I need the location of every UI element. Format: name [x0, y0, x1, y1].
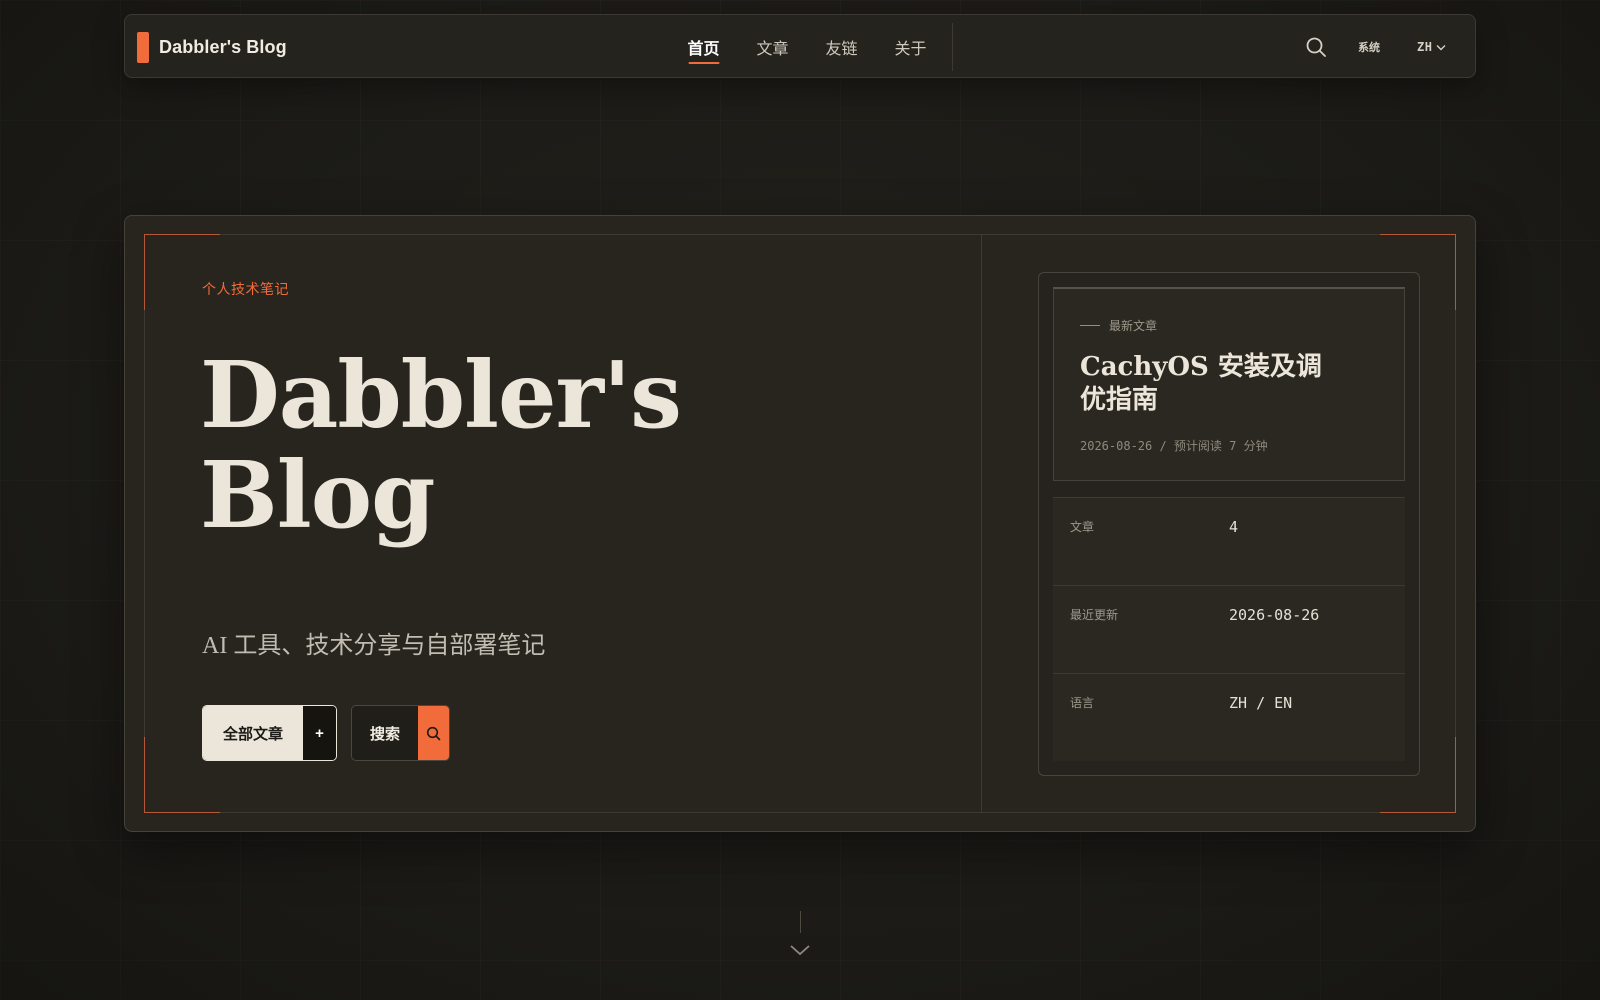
stat-value: 2026-08-26 — [1229, 606, 1320, 624]
chevron-down-icon[interactable] — [789, 943, 811, 957]
latest-article-label: 最新文章 — [1080, 317, 1157, 334]
stat-row-language: 语言 ZH / EN — [1053, 673, 1405, 761]
stat-label: 语言 — [1070, 696, 1095, 710]
hero-kicker: 个人技术笔记 — [202, 281, 289, 297]
search-icon — [418, 706, 450, 760]
latest-article-meta: 2026-08-26 / 预计阅读 7 分钟 — [1080, 439, 1268, 453]
hero-subtitle: AI 工具、技术分享与自部署笔记 — [202, 633, 546, 659]
language-label: ZH — [1417, 40, 1433, 54]
stat-label: 最近更新 — [1070, 608, 1119, 622]
nav-item-about[interactable]: 关于 — [876, 15, 945, 79]
stat-row-updated: 最近更新 2026-08-26 — [1053, 585, 1405, 673]
latest-label-text: 最新文章 — [1109, 319, 1158, 333]
site-info-card: 最新文章 CachyOS 安装及调优指南 2026-08-26 / 预计阅读 7… — [1038, 272, 1420, 776]
theme-toggle[interactable]: 系统 — [1358, 15, 1380, 79]
plus-icon: + — [303, 706, 337, 760]
stat-label: 文章 — [1070, 520, 1095, 534]
stat-value: 4 — [1229, 518, 1239, 536]
hero-title-line-2: Blog — [200, 441, 435, 549]
nav-item-friends[interactable]: 友链 — [807, 15, 876, 79]
hero-frame: 个人技术笔记 Dabbler's Blog AI 工具、技术分享与自部署笔记 全… — [144, 234, 1456, 813]
main-nav: 首页 文章 友链 关于 — [669, 15, 945, 79]
brand-link[interactable]: Dabbler's Blog — [137, 31, 287, 63]
language-switcher[interactable]: ZH — [1417, 15, 1446, 79]
nav-divider — [952, 23, 953, 71]
search-button-label: 搜索 — [370, 725, 401, 743]
stat-row-articles: 文章 4 — [1053, 497, 1405, 585]
chevron-down-icon — [1436, 44, 1446, 50]
nav-item-home[interactable]: 首页 — [669, 15, 738, 79]
brand-name: Dabbler's Blog — [159, 36, 287, 57]
search-icon[interactable] — [1305, 36, 1327, 58]
brand-logo-mark — [137, 31, 149, 63]
scroll-hint-line — [800, 911, 801, 933]
hero-title-line-1: Dabbler's — [200, 341, 682, 449]
all-articles-label: 全部文章 — [203, 706, 304, 760]
top-navbar: Dabbler's Blog 首页 文章 友链 关于 系统 ZH — [124, 14, 1476, 78]
all-articles-button[interactable]: 全部文章 + — [202, 705, 338, 761]
latest-article-title: CachyOS 安装及调优指南 — [1080, 352, 1322, 415]
hero-panel: 个人技术笔记 Dabbler's Blog AI 工具、技术分享与自部署笔记 全… — [124, 215, 1476, 832]
hero-title: Dabbler's Blog — [200, 345, 900, 545]
latest-article-card[interactable]: 最新文章 CachyOS 安装及调优指南 2026-08-26 / 预计阅读 7… — [1053, 287, 1405, 481]
hero-actions: 全部文章 + 搜索 — [202, 705, 451, 761]
search-button[interactable]: 搜索 — [351, 705, 451, 761]
stat-value: ZH / EN — [1229, 694, 1293, 712]
accent-dash — [1080, 325, 1100, 326]
hero-divider — [981, 235, 982, 812]
nav-item-articles[interactable]: 文章 — [738, 15, 807, 79]
